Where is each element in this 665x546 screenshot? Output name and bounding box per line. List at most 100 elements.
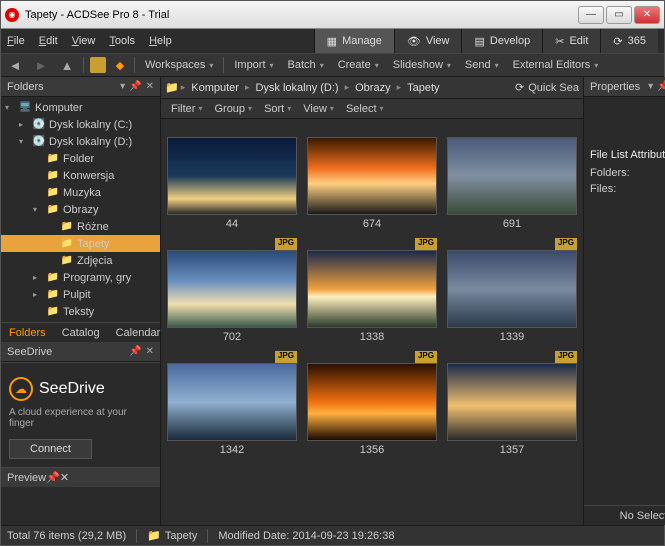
tree-item[interactable]: 📁Różne	[1, 218, 160, 235]
thumbnail-item[interactable]: JPG1339	[447, 238, 577, 343]
side-tab-calendar[interactable]: Calendar	[108, 323, 169, 342]
tree-item[interactable]: ▾🖥Komputer	[1, 99, 160, 116]
tree-item[interactable]: ▾💽Dysk lokalny (D:)	[1, 133, 160, 150]
folder-icon: 📁	[46, 204, 60, 216]
menu-help[interactable]: Help	[149, 35, 172, 47]
folders-panel-header: Folders ▾ 📌 ✕	[1, 77, 160, 97]
filter-bar: Filter Group Sort View Select	[161, 99, 583, 119]
thumbnail-item[interactable]: JPG1338	[307, 238, 437, 343]
workspaces-dropdown[interactable]: Workspaces	[141, 59, 217, 71]
tag-icon[interactable]: ◆	[112, 57, 128, 73]
tree-item[interactable]: ▸💽Dysk lokalny (C:)	[1, 116, 160, 133]
pin-icon[interactable]: 📌	[657, 81, 665, 92]
import-dropdown[interactable]: Import	[230, 59, 277, 71]
breadcrumb-item[interactable]: Dysk lokalny (D:)	[251, 82, 342, 94]
connect-button[interactable]: Connect	[9, 439, 92, 459]
tree-item[interactable]: ▾📁Obrazy	[1, 201, 160, 218]
easy-select-icon[interactable]	[90, 57, 106, 73]
tree-item[interactable]: 📁Zdjęcia	[1, 252, 160, 269]
status-total: Total 76 items (29,2 MB)	[7, 530, 126, 542]
tree-item[interactable]: 📁Muzyka	[1, 184, 160, 201]
tree-item-label: Programy, gry	[63, 272, 131, 284]
chevron-down-icon[interactable]: ▾	[648, 81, 653, 92]
create-dropdown[interactable]: Create	[334, 59, 383, 71]
sort-dropdown[interactable]: Sort	[260, 103, 295, 115]
thumbnail-label: 702	[223, 331, 241, 343]
maximize-button[interactable]: ▭	[606, 6, 632, 24]
thumbnail-grid: 44674691JPG702JPG1338JPG1339JPG1342JPG13…	[161, 119, 583, 525]
pin-icon[interactable]: 📌	[129, 346, 141, 357]
status-bar: Total 76 items (29,2 MB) 📁Tapety Modifie…	[1, 525, 664, 545]
thumbnail-item[interactable]: JPG1357	[447, 351, 577, 456]
external-editors-dropdown[interactable]: External Editors	[509, 59, 603, 71]
tree-item[interactable]: 📁Teksty	[1, 303, 160, 320]
tree-item-label: Folder	[63, 153, 94, 165]
tree-item[interactable]: ▸📁Pulpit	[1, 286, 160, 303]
send-dropdown[interactable]: Send	[461, 59, 503, 71]
slideshow-dropdown[interactable]: Slideshow	[389, 59, 455, 71]
group-dropdown[interactable]: Group	[210, 103, 256, 115]
tree-item-label: Pulpit	[63, 289, 91, 301]
menu-tools[interactable]: Tools	[109, 35, 135, 47]
mode-365[interactable]: ⟳365	[600, 29, 658, 53]
breadcrumb-bar: 📁 ▸ Komputer▸ Dysk lokalny (D:)▸ Obrazy▸…	[161, 77, 583, 99]
nav-forward-button[interactable]: ►	[31, 56, 51, 74]
seedrive-description: A cloud experience at your finger	[9, 407, 152, 429]
close-button[interactable]: ✕	[634, 6, 660, 24]
nav-up-button[interactable]: ▲	[57, 56, 77, 74]
tree-item[interactable]: ▸📁Programy, gry	[1, 269, 160, 286]
pin-icon[interactable]: 📌	[46, 471, 60, 484]
close-panel-icon[interactable]: ✕	[146, 81, 154, 92]
thumbnail-item[interactable]: JPG1342	[167, 351, 297, 456]
mode-manage[interactable]: ▦Manage	[314, 29, 394, 53]
thumbnail-label: 1357	[500, 444, 524, 456]
menu-view[interactable]: View	[72, 35, 96, 47]
menu-edit[interactable]: Edit	[39, 35, 58, 47]
filter-dropdown[interactable]: Filter	[167, 103, 206, 115]
side-tab-folders[interactable]: Folders	[1, 323, 54, 342]
close-panel-icon[interactable]: ✕	[60, 471, 69, 484]
eye-icon: 👁	[407, 35, 421, 48]
mode-edit[interactable]: ✂Edit	[542, 29, 600, 53]
develop-icon: ▤	[474, 35, 484, 48]
breadcrumb-item[interactable]: Obrazy	[351, 82, 394, 94]
pin-icon[interactable]: 📌	[129, 81, 141, 92]
center-panel: 📁 ▸ Komputer▸ Dysk lokalny (D:)▸ Obrazy▸…	[161, 77, 583, 525]
tree-item-label: Tapety	[77, 238, 109, 250]
side-tab-catalog[interactable]: Catalog	[54, 323, 108, 342]
tree-item[interactable]: 📁Konwersja	[1, 167, 160, 184]
close-panel-icon[interactable]: ✕	[146, 346, 154, 357]
chevron-down-icon[interactable]: ▾	[120, 81, 125, 92]
format-badge: JPG	[275, 238, 297, 250]
nav-back-button[interactable]: ◄	[5, 56, 25, 74]
tree-item-label: Obrazy	[63, 204, 98, 216]
menu-file[interactable]: File	[7, 35, 25, 47]
tree-item[interactable]: 📁Folder	[1, 150, 160, 167]
batch-dropdown[interactable]: Batch	[284, 59, 328, 71]
breadcrumb-item[interactable]: Tapety	[403, 82, 443, 94]
select-dropdown[interactable]: Select	[342, 103, 388, 115]
mode-develop[interactable]: ▤Develop	[461, 29, 542, 53]
quick-search[interactable]: ⟳Quick Sea	[515, 81, 579, 94]
tree-item[interactable]: 📁Tapety	[1, 235, 160, 252]
breadcrumb-item[interactable]: Komputer	[187, 82, 243, 94]
thumbnail-item[interactable]: 44	[167, 125, 297, 230]
thumbnail-item[interactable]: 674	[307, 125, 437, 230]
status-folder: 📁Tapety	[147, 529, 197, 542]
thumbnail-label: 691	[503, 218, 521, 230]
folder-icon: 📁	[60, 255, 74, 267]
wrench-icon: ✂	[555, 35, 564, 48]
seedrive-panel-header: SeeDrive 📌 ✕	[1, 342, 160, 362]
mode-view[interactable]: 👁View	[394, 29, 462, 53]
thumbnail-item[interactable]: JPG 702	[167, 238, 297, 343]
status-modified: Modified Date: 2014-09-23 19:26:38	[218, 530, 394, 542]
folder-icon: 📁	[147, 529, 161, 542]
tree-item-label: Dysk lokalny (C:)	[49, 119, 132, 131]
thumbnail-item[interactable]: 691	[447, 125, 577, 230]
folder-tree[interactable]: ▾🖥Komputer▸💽Dysk lokalny (C:)▾💽Dysk loka…	[1, 97, 160, 322]
minimize-button[interactable]: —	[578, 6, 604, 24]
view-dropdown[interactable]: View	[299, 103, 338, 115]
properties-panel-header: Properties ▾ 📌 ✕	[584, 77, 665, 97]
thumbnail-item[interactable]: JPG1356	[307, 351, 437, 456]
format-badge: JPG	[555, 238, 577, 250]
